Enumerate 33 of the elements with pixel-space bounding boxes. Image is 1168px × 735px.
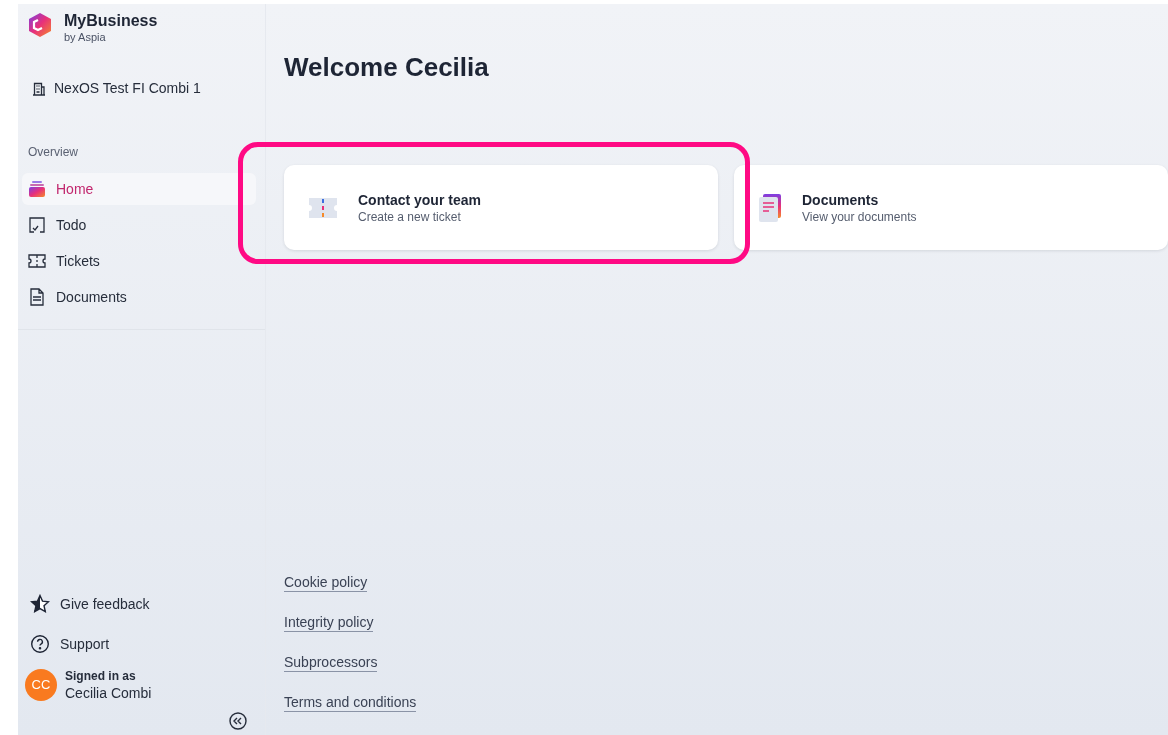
card-title: Documents bbox=[802, 190, 880, 209]
card-subtitle: View your documents bbox=[802, 208, 917, 225]
card-title: Contact your team bbox=[358, 190, 481, 209]
nav-item[interactable]: Todo bbox=[22, 209, 256, 241]
sidebar-link[interactable]: Support bbox=[30, 624, 265, 664]
ticket-icon bbox=[28, 252, 46, 270]
shortcut-card[interactable]: Documents View your documents bbox=[734, 165, 1168, 251]
footer-link[interactable]: Subprocessors bbox=[284, 654, 378, 672]
nav-item[interactable]: Tickets bbox=[22, 245, 256, 277]
section-heading: Overview bbox=[28, 144, 79, 161]
document-icon bbox=[28, 288, 46, 306]
card-subtitle: Create a new ticket bbox=[358, 208, 462, 225]
stack-icon bbox=[28, 180, 46, 198]
sidebar-link[interactable]: Give feedback bbox=[30, 584, 265, 624]
brand-byline: by Aspia bbox=[64, 30, 107, 44]
footer-link[interactable]: Terms and conditions bbox=[284, 694, 417, 712]
star-icon bbox=[30, 594, 50, 614]
nav-item[interactable]: Home bbox=[22, 173, 256, 205]
document-icon bbox=[758, 192, 782, 223]
logo-icon bbox=[28, 12, 52, 38]
signed-in-label: Signed in as bbox=[65, 668, 137, 684]
ticket-icon bbox=[308, 195, 338, 220]
page-title: Welcome Cecilia bbox=[284, 52, 490, 84]
nav-item[interactable]: Documents bbox=[22, 281, 256, 313]
user-name: Cecilia Combi bbox=[65, 684, 152, 702]
help-icon bbox=[30, 634, 50, 654]
brand-name: MyBusiness bbox=[64, 12, 158, 30]
building-icon bbox=[32, 81, 46, 96]
footer-link[interactable]: Cookie policy bbox=[284, 574, 368, 592]
company-name: NexOS Test FI Combi 1 bbox=[54, 79, 201, 98]
shortcut-card[interactable]: Contact your team Create a new ticket bbox=[284, 165, 718, 251]
footer-link[interactable]: Integrity policy bbox=[284, 614, 374, 632]
checklist-icon bbox=[28, 216, 46, 234]
